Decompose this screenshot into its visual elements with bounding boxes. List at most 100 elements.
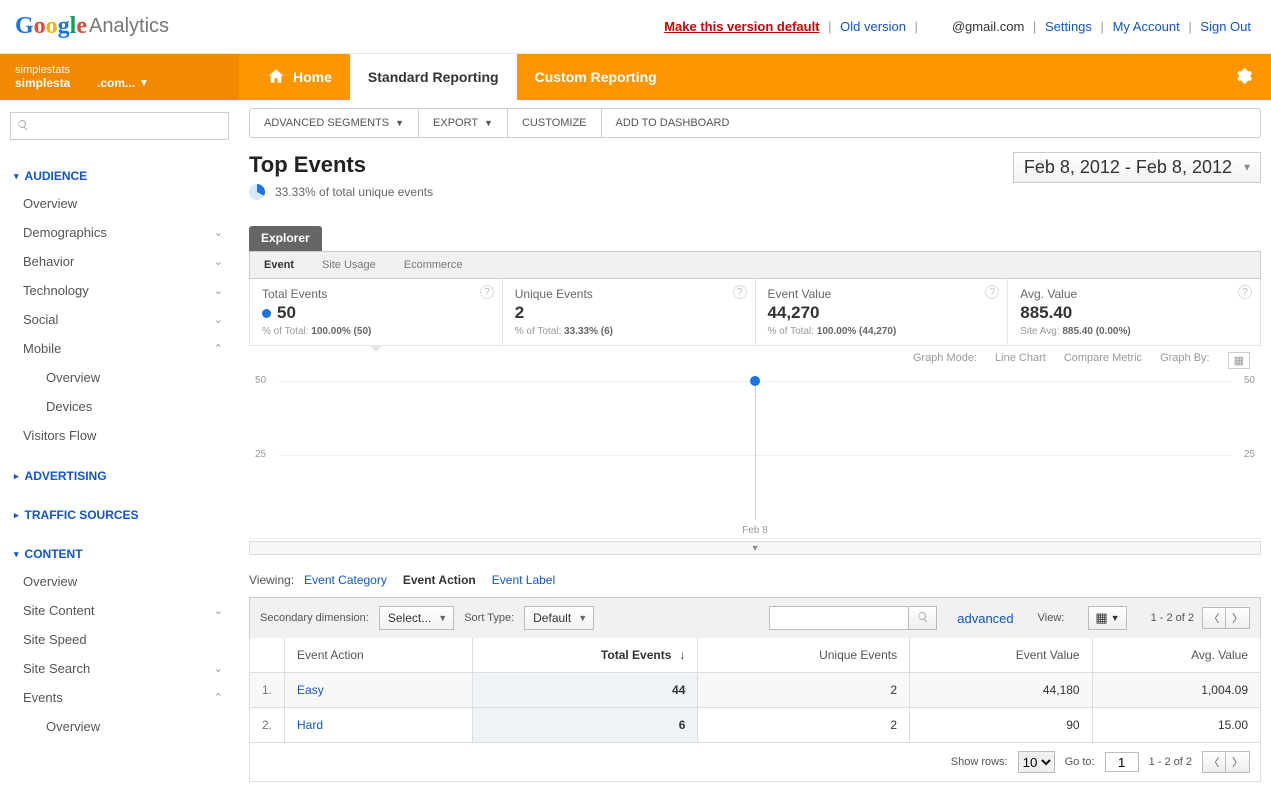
view-event-category[interactable]: Event Category bbox=[304, 573, 387, 587]
customize-button[interactable]: CUSTOMIZE bbox=[508, 109, 602, 137]
sidebar-item-site-search[interactable]: Site Search⌄ bbox=[10, 654, 229, 683]
sidebar-item-events[interactable]: Events⌃ bbox=[10, 683, 229, 712]
nav-home[interactable]: Home bbox=[249, 54, 350, 100]
metric-unique-events[interactable]: ? Unique Events 2 % of Total: 33.33% (6) bbox=[503, 279, 756, 345]
sort-type-select[interactable]: Default▼ bbox=[524, 606, 594, 630]
sidebar: ▾AUDIENCE Overview Demographics⌄ Behavio… bbox=[0, 100, 239, 792]
make-version-default-link[interactable]: Make this version default bbox=[664, 19, 819, 34]
table-search-button[interactable] bbox=[909, 606, 937, 630]
help-icon[interactable]: ? bbox=[985, 285, 999, 299]
show-rows-select[interactable]: 10 bbox=[1018, 751, 1055, 773]
chevron-up-icon: ⌃ bbox=[214, 691, 223, 704]
row-link-hard[interactable]: Hard bbox=[297, 718, 323, 732]
sidebar-item-demographics[interactable]: Demographics⌄ bbox=[10, 218, 229, 247]
help-icon[interactable]: ? bbox=[1238, 285, 1252, 299]
old-version-link[interactable]: Old version bbox=[840, 19, 906, 34]
help-icon[interactable]: ? bbox=[733, 285, 747, 299]
nav-custom-reporting[interactable]: Custom Reporting bbox=[517, 54, 675, 100]
advanced-filter-link[interactable]: advanced bbox=[957, 611, 1013, 626]
metric-avg-value[interactable]: ? Avg. Value 885.40 Site Avg: 885.40 (0.… bbox=[1008, 279, 1260, 345]
nav-standard-reporting[interactable]: Standard Reporting bbox=[350, 54, 517, 100]
chevron-down-icon: ⌄ bbox=[214, 662, 223, 675]
subtab-ecommerce[interactable]: Ecommerce bbox=[390, 252, 477, 278]
caret-down-icon: ▼ bbox=[395, 118, 404, 128]
footer-prev-button[interactable]: 〈 bbox=[1202, 751, 1226, 773]
table-search-input[interactable] bbox=[769, 606, 909, 630]
next-page-button[interactable]: 〉 bbox=[1226, 607, 1250, 629]
graph-mode-line[interactable]: Line Chart bbox=[995, 352, 1046, 369]
logo: Google Analytics bbox=[15, 13, 169, 40]
table-footer: Show rows: 10 Go to: 1 - 2 of 2 〈 〉 bbox=[249, 743, 1261, 782]
settings-link[interactable]: Settings bbox=[1045, 19, 1092, 34]
chart-point[interactable] bbox=[750, 376, 760, 386]
sidebar-item-events-overview[interactable]: Overview bbox=[10, 712, 229, 741]
table-row: 1. Easy 44 2 44,180 1,004.09 bbox=[250, 673, 1261, 708]
view-table-button[interactable]: ▦ ▼ bbox=[1088, 606, 1126, 630]
app-header: Google Analytics Make this version defau… bbox=[0, 0, 1271, 54]
add-to-dashboard-button[interactable]: ADD TO DASHBOARD bbox=[602, 109, 744, 137]
my-account-link[interactable]: My Account bbox=[1113, 19, 1180, 34]
col-avg-value[interactable]: Avg. Value bbox=[1092, 638, 1260, 673]
user-email: user@gmail.com bbox=[927, 19, 1025, 34]
sidebar-section-audience[interactable]: ▾AUDIENCE bbox=[10, 160, 229, 189]
graph-by-icon[interactable]: ▦ bbox=[1228, 352, 1250, 369]
sidebar-item-mobile-overview[interactable]: Overview bbox=[10, 363, 229, 392]
sidebar-section-content[interactable]: ▾CONTENT bbox=[10, 538, 229, 567]
chevron-down-icon: ⌄ bbox=[214, 226, 223, 239]
metric-total-events[interactable]: ? Total Events 50 % of Total: 100.00% (5… bbox=[250, 279, 503, 345]
search-icon bbox=[917, 611, 929, 626]
view-event-action[interactable]: Event Action bbox=[403, 573, 476, 587]
account-picker[interactable]: simplestats simplesta .com...▼ bbox=[0, 54, 239, 100]
home-icon bbox=[267, 67, 285, 88]
page-subtitle: 33.33% of total unique events bbox=[275, 185, 433, 199]
chart: 50 50 25 25 Feb 8 bbox=[249, 369, 1261, 539]
col-event-value[interactable]: Event Value bbox=[910, 638, 1093, 673]
sidebar-item-content-overview[interactable]: Overview bbox=[10, 567, 229, 596]
prev-page-button[interactable]: 〈 bbox=[1202, 607, 1226, 629]
subtab-site-usage[interactable]: Site Usage bbox=[308, 252, 390, 278]
explorer-subtabs: Event Site Usage Ecommerce bbox=[249, 251, 1261, 279]
page-title: Top Events bbox=[249, 152, 433, 178]
viewing-row: Viewing: Event Category Event Action Eve… bbox=[249, 573, 1261, 587]
compare-metric-button[interactable]: Compare Metric bbox=[1064, 352, 1142, 369]
sidebar-item-mobile[interactable]: Mobile⌃ bbox=[10, 334, 229, 363]
table-controls: Secondary dimension: Select...▼ Sort Typ… bbox=[249, 597, 1261, 638]
caret-down-icon: ▼ bbox=[1242, 162, 1252, 173]
sidebar-item-overview[interactable]: Overview bbox=[10, 189, 229, 218]
action-toolbar: ADVANCED SEGMENTS▼ EXPORT▼ CUSTOMIZE ADD… bbox=[249, 108, 1261, 138]
sort-desc-icon: ↓ bbox=[679, 648, 685, 662]
sidebar-search[interactable] bbox=[10, 112, 229, 140]
go-to-input[interactable] bbox=[1105, 752, 1139, 772]
row-link-easy[interactable]: Easy bbox=[297, 683, 324, 697]
secondary-dimension-select[interactable]: Select...▼ bbox=[379, 606, 454, 630]
export-button[interactable]: EXPORT▼ bbox=[419, 109, 508, 137]
sidebar-item-social[interactable]: Social⌄ bbox=[10, 305, 229, 334]
sidebar-item-site-content[interactable]: Site Content⌄ bbox=[10, 596, 229, 625]
view-event-label[interactable]: Event Label bbox=[492, 573, 555, 587]
caret-down-icon: ▼ bbox=[484, 118, 493, 128]
sidebar-section-advertising[interactable]: ▸ADVERTISING bbox=[10, 460, 229, 489]
sidebar-item-mobile-devices[interactable]: Devices bbox=[10, 392, 229, 421]
sign-out-link[interactable]: Sign Out bbox=[1200, 19, 1251, 34]
footer-next-button[interactable]: 〉 bbox=[1226, 751, 1250, 773]
date-range-picker[interactable]: Feb 8, 2012 - Feb 8, 2012▼ bbox=[1013, 152, 1261, 183]
advanced-segments-button[interactable]: ADVANCED SEGMENTS▼ bbox=[250, 109, 419, 137]
col-total-events[interactable]: Total Events↓ bbox=[473, 638, 698, 673]
sidebar-item-visitors-flow[interactable]: Visitors Flow bbox=[10, 421, 229, 450]
gear-icon[interactable] bbox=[1233, 66, 1253, 89]
chevron-down-icon: ⌄ bbox=[214, 604, 223, 617]
chart-zoom-strip[interactable]: ▾ bbox=[249, 541, 1261, 555]
sidebar-search-input[interactable] bbox=[35, 119, 222, 133]
sidebar-item-behavior[interactable]: Behavior⌄ bbox=[10, 247, 229, 276]
metric-event-value[interactable]: ? Event Value 44,270 % of Total: 100.00%… bbox=[756, 279, 1009, 345]
sidebar-item-site-speed[interactable]: Site Speed bbox=[10, 625, 229, 654]
help-icon[interactable]: ? bbox=[480, 285, 494, 299]
col-event-action[interactable]: Event Action bbox=[285, 638, 473, 673]
sidebar-item-technology[interactable]: Technology⌄ bbox=[10, 276, 229, 305]
main-nav: simplestats simplesta .com...▼ Home Stan… bbox=[0, 54, 1271, 100]
sidebar-section-traffic[interactable]: ▸TRAFFIC SOURCES bbox=[10, 499, 229, 528]
explorer-tab[interactable]: Explorer bbox=[249, 226, 322, 251]
content-area: ADVANCED SEGMENTS▼ EXPORT▼ CUSTOMIZE ADD… bbox=[239, 100, 1271, 792]
col-unique-events[interactable]: Unique Events bbox=[698, 638, 910, 673]
subtab-event[interactable]: Event bbox=[250, 252, 308, 278]
